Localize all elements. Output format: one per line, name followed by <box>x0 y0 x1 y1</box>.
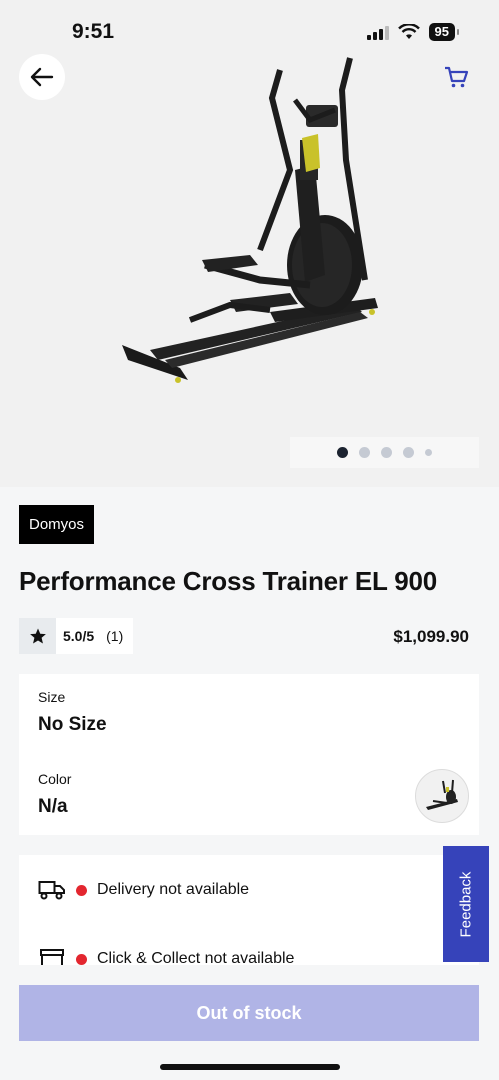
color-swatch-thumbnail[interactable] <box>415 769 469 823</box>
product-image: 13 <box>122 57 378 383</box>
color-label: Color <box>38 771 72 787</box>
brand-badge[interactable]: Domyos <box>19 505 95 544</box>
image-pagination <box>290 437 479 468</box>
unavailable-status-dot <box>76 884 87 896</box>
wifi-icon <box>397 24 420 39</box>
rating-summary[interactable]: 5.0/5 (1) <box>19 618 134 654</box>
review-count: (1) <box>106 628 124 644</box>
click-collect-status-text: Click & Collect not available <box>97 950 295 965</box>
cart-icon <box>445 66 469 88</box>
status-time: 9:51 <box>72 20 115 43</box>
star-icon <box>29 628 46 644</box>
pagination-dot[interactable] <box>359 447 370 458</box>
pagination-dot[interactable] <box>425 449 432 456</box>
pagination-dot[interactable] <box>337 447 348 458</box>
click-collect-row: Click & Collect not available <box>38 948 294 965</box>
rating-value: 5.0/5 <box>63 628 95 644</box>
size-value[interactable]: No Size <box>38 714 107 736</box>
battery-indicator: 95 <box>428 23 460 41</box>
color-value[interactable]: N/a <box>38 796 68 818</box>
feedback-label: Feedback <box>457 871 475 937</box>
pagination-dot[interactable] <box>381 447 392 458</box>
product-price: $1,099.90 <box>393 627 469 646</box>
delivery-status-text: Delivery not available <box>97 881 250 898</box>
unavailable-status-dot <box>76 953 87 965</box>
feedback-tab[interactable]: Feedback <box>443 846 489 962</box>
store-icon <box>38 948 66 965</box>
product-image-gallery[interactable]: 13 <box>0 0 499 487</box>
delivery-row: Delivery not available <box>38 879 249 901</box>
options-card: Size No Size Color N/a <box>19 674 479 835</box>
truck-icon <box>38 879 66 901</box>
out-of-stock-button[interactable]: Out of stock <box>19 985 479 1041</box>
product-thumbnail-image <box>426 779 458 810</box>
pagination-dot[interactable] <box>403 447 414 458</box>
delivery-card: Delivery not available Click & Collect n… <box>19 855 479 965</box>
product-title: Performance Cross Trainer EL 900 <box>19 566 437 596</box>
cellular-signal-icon <box>366 24 389 40</box>
status-icons: 95 <box>366 23 460 41</box>
size-label: Size <box>38 689 66 705</box>
cart-button[interactable] <box>441 62 471 92</box>
home-indicator[interactable] <box>160 1064 340 1070</box>
arrow-left-icon <box>30 67 54 87</box>
star-icon-box <box>19 618 56 654</box>
status-bar: 9:51 95 <box>0 0 499 62</box>
